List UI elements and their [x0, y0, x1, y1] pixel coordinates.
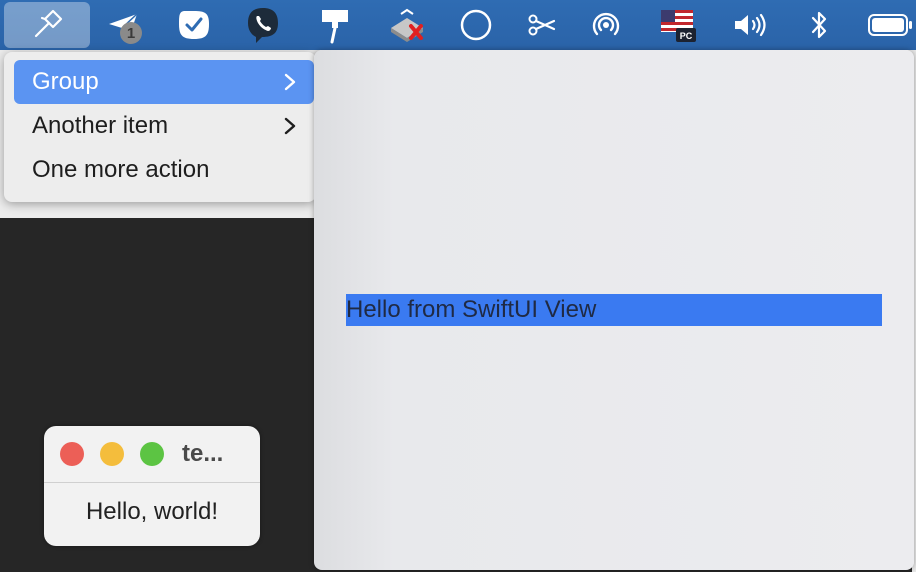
bluetooth-status-item[interactable]	[804, 2, 834, 48]
circle-icon	[460, 9, 492, 41]
chevron-right-icon	[284, 117, 296, 135]
window-titlebar[interactable]: te...	[44, 426, 260, 483]
viber-status-item[interactable]	[242, 2, 284, 48]
checkmark-bubble-icon	[179, 11, 209, 39]
hammer-status-item[interactable]	[4, 2, 90, 48]
hammer-icon	[34, 9, 63, 38]
input-source-status-item[interactable]: PC	[656, 2, 700, 48]
airdrop-icon	[592, 12, 620, 36]
chevron-right-icon	[284, 73, 296, 91]
scissors-icon	[528, 14, 556, 36]
minimize-button[interactable]	[100, 442, 124, 466]
menu-item-another-item[interactable]: Another item	[14, 104, 314, 148]
flag-label: PC	[680, 31, 693, 41]
circle-status-item[interactable]	[456, 2, 496, 48]
airdrop-status-item[interactable]	[586, 2, 626, 48]
scissors-status-item[interactable]	[524, 2, 560, 48]
menu-item-label: Group	[32, 68, 99, 95]
speaker-icon	[735, 13, 766, 37]
us-flag-icon: PC	[661, 10, 696, 42]
menu-item-one-more-action[interactable]: One more action	[14, 148, 314, 192]
menu-bar: 1 PC	[0, 0, 916, 50]
window-content-text: Hello, world!	[85, 498, 219, 525]
close-button[interactable]	[60, 442, 84, 466]
menu-item-group[interactable]: Group	[14, 60, 314, 104]
status-item-menu: Group Another item One more action	[4, 52, 316, 202]
zoom-button[interactable]	[140, 442, 164, 466]
window-title: te...	[182, 440, 224, 467]
bluetooth-icon	[811, 11, 827, 39]
disk-error-icon	[391, 8, 423, 42]
group-submenu: Hello from SwiftUI View	[314, 50, 914, 570]
battery-status-item[interactable]	[866, 2, 914, 48]
battery-icon	[868, 14, 912, 36]
drive-status-item[interactable]	[384, 2, 430, 48]
app-window: te... Hello, world!	[44, 426, 260, 546]
viber-icon	[248, 8, 278, 43]
swiftui-view-text[interactable]: Hello from SwiftUI View	[346, 294, 882, 326]
notification-badge: 1	[120, 22, 142, 44]
menu-item-label: One more action	[32, 156, 210, 183]
task-status-item[interactable]	[172, 2, 216, 48]
menu-item-label: Another item	[32, 112, 169, 139]
pin-status-item[interactable]	[314, 2, 356, 48]
thumbtack-icon	[322, 10, 348, 44]
volume-status-item[interactable]	[730, 2, 772, 48]
